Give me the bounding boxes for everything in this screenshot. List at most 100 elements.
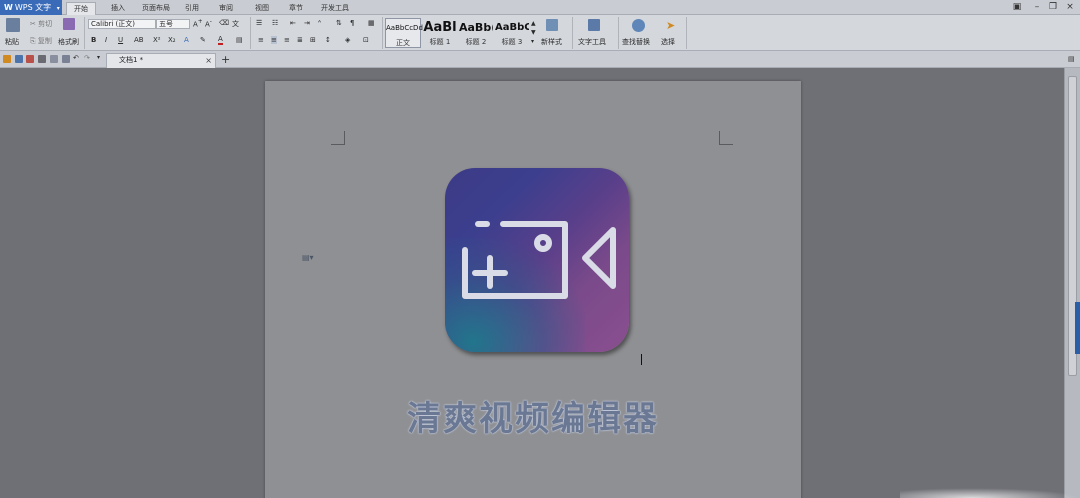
side-panel-handle[interactable] [1075, 302, 1080, 354]
align-right-icon[interactable]: ≡ [284, 36, 290, 44]
strikethrough-button[interactable]: AB [134, 36, 144, 44]
bold-button[interactable]: B [91, 36, 96, 44]
tab-view[interactable]: 视图 [248, 2, 276, 15]
select-cursor-icon[interactable]: ➤ [666, 19, 675, 32]
style-heading-3[interactable]: AaBbC 标题 3 [495, 18, 529, 48]
document-heading[interactable]: 清爽视频编辑器 [265, 391, 801, 440]
export-pdf-icon[interactable] [26, 55, 34, 63]
clear-format-icon[interactable]: ⌫ [219, 19, 229, 27]
tab-page-layout[interactable]: 页面布局 [138, 2, 174, 15]
sparkle-decoration [900, 488, 1080, 498]
restore-icon[interactable]: ❐ [1046, 1, 1060, 13]
title-bar: W WPS 文字 ▾ 开始 插入 页面布局 引用 审阅 视图 章节 开发工具 ▣ … [0, 0, 1080, 15]
style-normal[interactable]: AaBbCcDd 正文 [385, 18, 423, 48]
ribbon-toggle-icon[interactable]: ▣ [1010, 1, 1024, 13]
align-left-icon[interactable]: ≡ [258, 36, 264, 44]
paste-button[interactable] [6, 18, 20, 32]
paste-icon [6, 18, 20, 32]
font-name-select[interactable]: Calibri (正文) [88, 19, 156, 29]
table-icon[interactable]: ▦ [368, 19, 375, 27]
brush-icon [63, 18, 75, 30]
document-tab[interactable]: 文档1 * × [106, 53, 216, 68]
font-color-icon[interactable]: A [218, 36, 223, 45]
wps-logo-icon: W [4, 3, 13, 12]
tab-chapter[interactable]: 章节 [282, 2, 310, 15]
underline-button[interactable]: U [118, 36, 123, 44]
print-preview-icon[interactable] [50, 55, 58, 63]
close-icon[interactable]: × [1063, 1, 1077, 13]
format-painter-button[interactable] [60, 18, 75, 30]
text-effect-icon[interactable]: A [184, 36, 189, 44]
minimize-icon[interactable]: – [1030, 1, 1044, 13]
font-size-select[interactable]: 五号 [156, 19, 190, 29]
increase-indent-icon[interactable]: ⇥ [304, 19, 310, 27]
style-heading-1[interactable]: AaBl 标题 1 [423, 18, 457, 48]
copy-icon: ⎘ [30, 37, 36, 45]
italic-button[interactable]: I [105, 36, 107, 44]
grow-font-button[interactable]: A+ [193, 19, 203, 28]
text-tools-icon[interactable] [588, 19, 600, 31]
justify-icon[interactable]: ≣ [297, 36, 303, 44]
cut-button[interactable]: ✂ 剪切 [30, 19, 52, 29]
style-heading-2-label: 标题 2 [465, 38, 487, 46]
tab-home[interactable]: 开始 [66, 2, 96, 15]
document-workspace[interactable]: ▤▾ 清爽视频编辑器 [0, 68, 1064, 498]
undo-icon[interactable]: ↶ [73, 54, 79, 62]
superscript-button[interactable]: X² [153, 36, 161, 44]
shrink-font-button[interactable]: A- [205, 19, 212, 28]
shading-icon[interactable]: ◈ [345, 36, 350, 44]
copy-label: 复制 [37, 37, 52, 45]
distribute-icon[interactable]: ⊞ [310, 36, 316, 44]
change-case-icon[interactable]: ᴬ [318, 19, 321, 27]
new-style-button[interactable]: 新样式 [541, 37, 562, 47]
line-spacing-icon[interactable]: ↕ [325, 36, 331, 44]
numbering-icon[interactable]: ☷ [272, 19, 278, 27]
style-heading-2[interactable]: AaBb( 标题 2 [459, 18, 493, 48]
bullets-icon[interactable]: ☰ [256, 19, 262, 27]
tab-list-icon[interactable]: ▤ [1068, 55, 1075, 63]
decrease-indent-icon[interactable]: ⇤ [290, 19, 296, 27]
close-tab-icon[interactable]: × [205, 54, 212, 67]
copy-button[interactable]: ⎘ 复制 [30, 36, 52, 46]
paste-label[interactable]: 粘贴 [5, 37, 19, 47]
document-tab-bar: ↶ ↷ ▾ 文档1 * × + ▤ [0, 51, 1080, 68]
chevron-down-icon: ▾ [56, 5, 60, 12]
vertical-scrollbar[interactable] [1064, 68, 1080, 498]
format-painter-label[interactable]: 格式刷 [58, 37, 79, 47]
select-button[interactable]: 选择 [661, 37, 675, 47]
print-icon[interactable] [38, 55, 46, 63]
tab-insert[interactable]: 插入 [104, 2, 132, 15]
subscript-button[interactable]: X₂ [168, 36, 176, 44]
phonetic-icon[interactable]: 文 [232, 19, 239, 29]
margin-corner-top-left [331, 131, 345, 145]
align-center-icon[interactable]: ≡ [271, 36, 277, 44]
new-style-icon[interactable] [546, 19, 558, 31]
new-tab-icon[interactable]: + [221, 53, 230, 66]
tab-review[interactable]: 审阅 [212, 2, 240, 15]
app-logo-image [445, 168, 629, 352]
ribbon-toolbar: 粘贴 ✂ 剪切 ⎘ 复制 格式刷 Calibri (正文) 五号 A+ A- ⌫… [0, 15, 1080, 51]
style-heading-3-label: 标题 3 [501, 38, 523, 46]
tab-developer[interactable]: 开发工具 [316, 2, 354, 15]
borders-icon[interactable]: ⊡ [363, 36, 369, 44]
show-marks-icon[interactable]: ¶ [350, 19, 354, 27]
save-icon[interactable] [15, 55, 23, 63]
highlight-icon[interactable]: ✎ [200, 36, 206, 44]
sort-icon[interactable]: ⇅ [336, 19, 342, 27]
find-replace-icon[interactable] [632, 19, 645, 32]
tab-references[interactable]: 引用 [180, 2, 204, 15]
document-page[interactable]: ▤▾ 清爽视频编辑器 [265, 81, 801, 498]
spellcheck-icon[interactable] [62, 55, 70, 63]
app-menu-button[interactable]: W WPS 文字 ▾ [0, 0, 62, 15]
styles-scroll-icon[interactable]: ▲ ▼ ▾ [531, 19, 536, 46]
text-tools-button[interactable]: 文字工具 [578, 37, 606, 47]
open-icon[interactable] [3, 55, 11, 63]
style-normal-sample: AaBbCcDd [386, 24, 423, 32]
scissors-icon: ✂ [30, 20, 36, 28]
quick-access-dropdown-icon[interactable]: ▾ [97, 54, 100, 61]
find-replace-button[interactable]: 查找替换 [622, 37, 650, 47]
char-shading-icon[interactable]: ▤ [236, 36, 243, 44]
redo-icon[interactable]: ↷ [84, 54, 90, 62]
paragraph-options-icon[interactable]: ▤▾ [302, 253, 314, 262]
document-tab-title: 文档1 * [119, 56, 144, 64]
